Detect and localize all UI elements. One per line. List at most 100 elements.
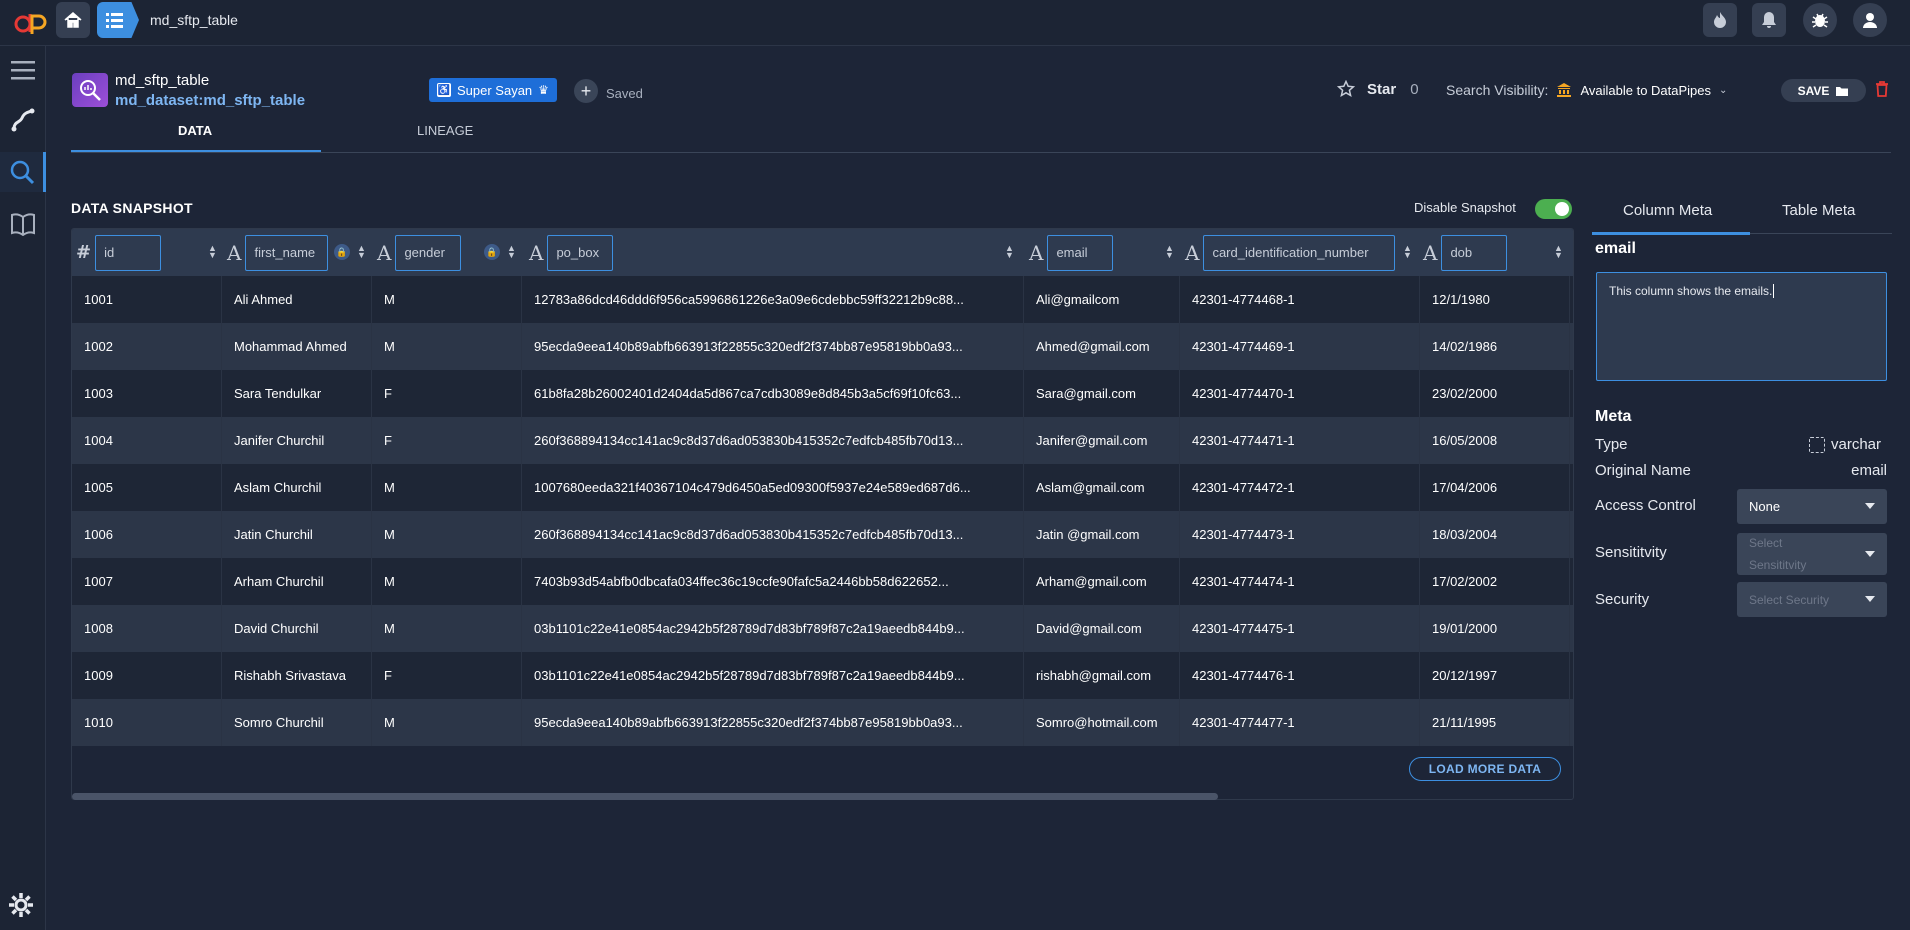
cell-email[interactable]: Ahmed@gmail.com	[1024, 323, 1180, 370]
cell-email[interactable]: Ali@gmailcom	[1024, 276, 1180, 323]
column-header-dob[interactable]: A dob	[1423, 229, 1508, 276]
dataset-urn[interactable]: md_dataset:md_sftp_table	[115, 92, 305, 109]
column-filter-gender[interactable]: gender	[395, 234, 462, 271]
sidebar-lineage[interactable]	[0, 100, 46, 140]
cell-po-box[interactable]: 03b1101c22e41e0854ac2942b5f28789d7d83bf7…	[522, 605, 1024, 652]
column-header-first-name[interactable]: A first_name	[227, 229, 329, 276]
cell-dob[interactable]: 17/02/2002	[1420, 558, 1570, 605]
cell-gender[interactable]: M	[372, 699, 522, 746]
delete-button[interactable]	[1875, 81, 1889, 102]
table-row[interactable]: 1010 Somro Churchil M 95ecda9eea140b89abfb6…	[72, 699, 1573, 746]
disable-snapshot-toggle[interactable]	[1535, 199, 1572, 219]
horizontal-scrollbar[interactable]	[72, 793, 1218, 800]
table-row[interactable]: 1008 David Churchil M 03b1101c22e41e0854ac2…	[72, 605, 1573, 652]
sort-icon[interactable]: ▲ ▼	[1554, 244, 1563, 260]
column-filter-dob[interactable]: dob	[1441, 234, 1508, 271]
cell-first-name[interactable]: Rishabh Srivastava	[222, 652, 372, 699]
access-control-select[interactable]: None	[1737, 489, 1887, 524]
owner-tag[interactable]: ♿ Super Sayan ♛	[429, 78, 557, 102]
security-select[interactable]: Select Security	[1737, 582, 1887, 617]
cell-id[interactable]: 1006	[72, 511, 222, 558]
sort-icon[interactable]: ▲ ▼	[1005, 244, 1014, 260]
cell-gender[interactable]: M	[372, 323, 522, 370]
cell-email[interactable]: Arham@gmail.com	[1024, 558, 1180, 605]
search-visibility[interactable]: Search Visibility: Available to DataPipe…	[1446, 82, 1727, 98]
cell-gender[interactable]: M	[372, 511, 522, 558]
table-row[interactable]: 1002 Mohammad Ahmed M 95ecda9eea140b89abfb6…	[72, 323, 1573, 370]
sort-icon[interactable]: ▲ ▼	[208, 244, 217, 260]
cell-first-name[interactable]: Aslam Churchil	[222, 464, 372, 511]
table-row[interactable]: 1007 Arham Churchil M 7403b93d54abfb0dbcafa…	[72, 558, 1573, 605]
home-button[interactable]	[56, 2, 90, 38]
column-header-id[interactable]: # id	[76, 229, 162, 276]
cell-dob[interactable]: 16/05/2008	[1420, 417, 1570, 464]
notifications-button[interactable]	[1752, 3, 1786, 37]
cell-email[interactable]: rishabh@gmail.com	[1024, 652, 1180, 699]
cell-po-box[interactable]: 1007680eeda321f40367104c479d6450a5ed0930…	[522, 464, 1024, 511]
column-header-card-identification-number[interactable]: A card_identification_number	[1185, 229, 1396, 276]
cell-card-identification-number[interactable]: 42301-4774471-1	[1180, 417, 1420, 464]
breadcrumb[interactable]: md_sftp_table	[150, 12, 238, 28]
cell-gender[interactable]: F	[372, 417, 522, 464]
cell-first-name[interactable]: Somro Churchil	[222, 699, 372, 746]
column-header-gender[interactable]: A gender	[377, 229, 462, 276]
sort-icon[interactable]: ▲ ▼	[1403, 244, 1412, 260]
cell-gender[interactable]: M	[372, 558, 522, 605]
cell-first-name[interactable]: Mohammad Ahmed	[222, 323, 372, 370]
fire-button[interactable]	[1703, 3, 1737, 37]
cell-card-identification-number[interactable]: 42301-4774468-1	[1180, 276, 1420, 323]
cell-gender[interactable]: F	[372, 652, 522, 699]
cell-dob[interactable]: 12/1/1980	[1420, 276, 1570, 323]
save-button[interactable]: SAVE	[1781, 79, 1866, 102]
sidebar-glossary[interactable]	[0, 204, 46, 244]
cell-card-identification-number[interactable]: 42301-4774474-1	[1180, 558, 1420, 605]
cell-email[interactable]: David@gmail.com	[1024, 605, 1180, 652]
sort-icon[interactable]: ▲ ▼	[507, 244, 516, 260]
table-row[interactable]: 1003 Sara Tendulkar F 61b8fa28b26002401d240…	[72, 370, 1573, 417]
star-control[interactable]: Star 0	[1337, 80, 1419, 98]
load-more-button[interactable]: LOAD MORE DATA	[1409, 757, 1561, 781]
cell-po-box[interactable]: 61b8fa28b26002401d2404da5d867ca7cdb3089e…	[522, 370, 1024, 417]
cell-card-identification-number[interactable]: 42301-4774470-1	[1180, 370, 1420, 417]
table-row[interactable]: 1009 Rishabh Srivastava F 03b1101c22e41e085…	[72, 652, 1573, 699]
add-tag-button[interactable]: +	[574, 79, 598, 103]
cell-first-name[interactable]: David Churchil	[222, 605, 372, 652]
cell-po-box[interactable]: 03b1101c22e41e0854ac2942b5f28789d7d83bf7…	[522, 652, 1024, 699]
cell-po-box[interactable]: 12783a86dcd46ddd6f956ca5996861226e3a09e6…	[522, 276, 1024, 323]
cell-gender[interactable]: M	[372, 605, 522, 652]
logo-icon[interactable]	[12, 8, 48, 38]
sensitivity-select[interactable]: Select Sensititvity	[1737, 533, 1887, 575]
column-header-email[interactable]: A email	[1029, 229, 1114, 276]
cell-card-identification-number[interactable]: 42301-4774477-1	[1180, 699, 1420, 746]
cell-id[interactable]: 1008	[72, 605, 222, 652]
cell-card-identification-number[interactable]: 42301-4774473-1	[1180, 511, 1420, 558]
cell-first-name[interactable]: Ali Ahmed	[222, 276, 372, 323]
cell-dob[interactable]: 14/02/1986	[1420, 323, 1570, 370]
cell-first-name[interactable]: Sara Tendulkar	[222, 370, 372, 417]
column-filter-card-identification-number[interactable]: card_identification_number	[1203, 234, 1396, 271]
tab-data[interactable]: DATA	[178, 123, 212, 138]
cell-po-box[interactable]: 95ecda9eea140b89abfb663913f22855c320edf2…	[522, 699, 1024, 746]
cell-id[interactable]: 1009	[72, 652, 222, 699]
cell-id[interactable]: 1001	[72, 276, 222, 323]
cell-email[interactable]: Somro@hotmail.com	[1024, 699, 1180, 746]
cell-email[interactable]: Aslam@gmail.com	[1024, 464, 1180, 511]
cell-po-box[interactable]: 7403b93d54abfb0dbcafa034ffec36c19ccfe90f…	[522, 558, 1024, 605]
column-header-po-box[interactable]: A po_box	[529, 229, 614, 276]
column-filter-id[interactable]: id	[95, 234, 162, 271]
sort-icon[interactable]: ▲ ▼	[357, 244, 366, 260]
cell-dob[interactable]: 20/12/1997	[1420, 652, 1570, 699]
list-button[interactable]	[97, 2, 139, 38]
cell-dob[interactable]: 19/01/2000	[1420, 605, 1570, 652]
cell-dob[interactable]: 23/02/2000	[1420, 370, 1570, 417]
tab-lineage[interactable]: LINEAGE	[417, 123, 473, 138]
bug-button[interactable]	[1803, 3, 1837, 37]
cell-email[interactable]: Jatin @gmail.com	[1024, 511, 1180, 558]
cell-dob[interactable]: 17/04/2006	[1420, 464, 1570, 511]
cell-id[interactable]: 1005	[72, 464, 222, 511]
cell-gender[interactable]: F	[372, 370, 522, 417]
cell-id[interactable]: 1007	[72, 558, 222, 605]
cell-first-name[interactable]: Janifer Churchil	[222, 417, 372, 464]
column-filter-po-box[interactable]: po_box	[547, 234, 614, 271]
cell-card-identification-number[interactable]: 42301-4774472-1	[1180, 464, 1420, 511]
